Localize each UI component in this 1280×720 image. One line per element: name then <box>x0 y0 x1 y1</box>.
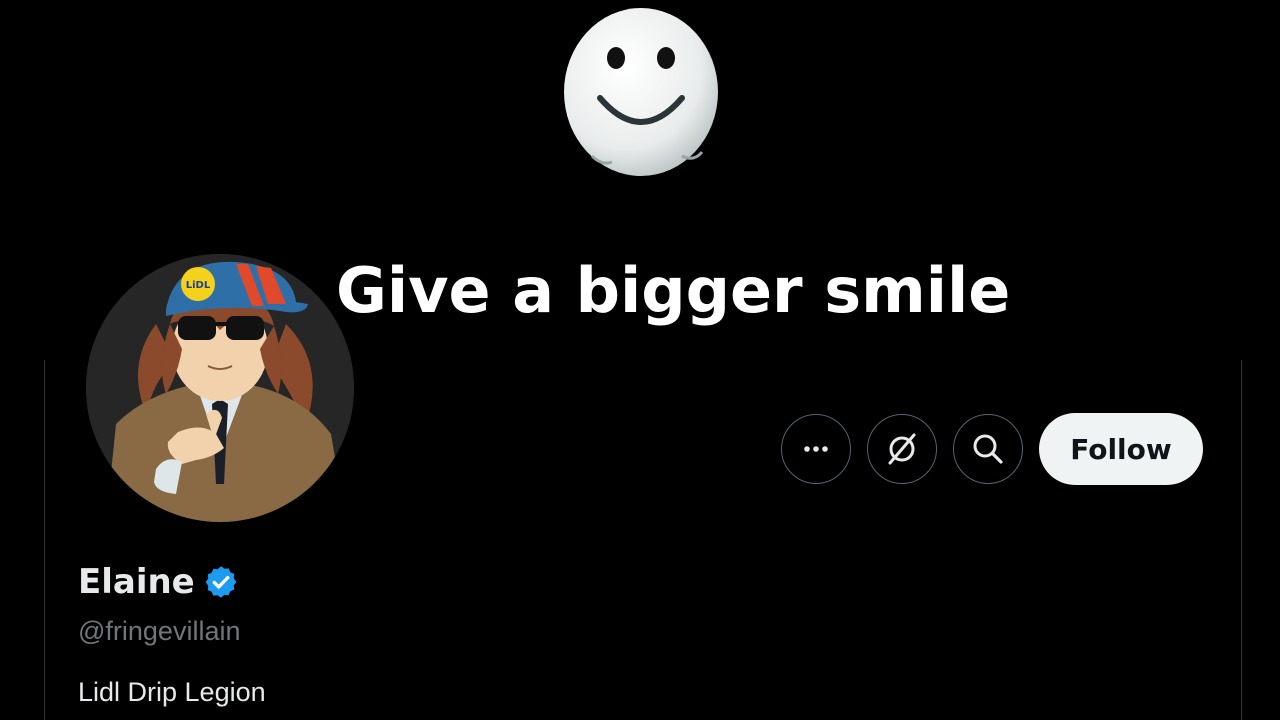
profile-avatar[interactable]: LiDL <box>84 252 356 524</box>
display-name: Elaine <box>78 562 195 602</box>
follow-button[interactable]: Follow <box>1039 413 1203 485</box>
name-row: Elaine <box>78 562 266 602</box>
smiley-face-image <box>564 8 718 176</box>
user-bio: Lidl Drip Legion <box>78 677 266 707</box>
verified-check-icon[interactable] <box>203 564 239 600</box>
avatar-illustration: LiDL <box>86 254 354 522</box>
svg-text:LiDL: LiDL <box>186 280 211 291</box>
user-handle: @fringevillain <box>78 616 241 646</box>
profile-actions: Follow <box>781 413 1203 485</box>
search-icon <box>973 434 1003 464</box>
grok-icon <box>888 433 916 465</box>
grok-button[interactable] <box>867 414 937 484</box>
more-button[interactable] <box>781 414 851 484</box>
more-icon <box>804 446 828 452</box>
search-button[interactable] <box>953 414 1023 484</box>
banner-caption: Give a bigger smile <box>336 254 1011 327</box>
profile-info: Elaine @fringevillain Lidl Drip Legion <box>78 562 266 708</box>
